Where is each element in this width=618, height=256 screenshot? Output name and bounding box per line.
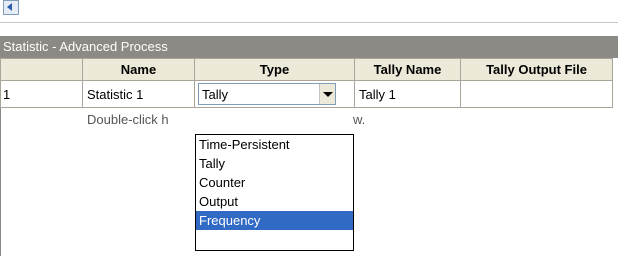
dropdown-option-frequency[interactable]: Frequency [196, 211, 353, 230]
table-row[interactable]: 1 Statistic 1 Tally Tally 1 [0, 80, 613, 108]
name-cell[interactable]: Statistic 1 [82, 80, 195, 108]
top-toolbar-strip [0, 0, 618, 23]
grid-header-row: Name Type Tally Name Tally Output File [0, 58, 613, 81]
dropdown-button[interactable] [319, 84, 335, 104]
scroll-left-button[interactable] [3, 0, 19, 15]
type-dropdown-list[interactable]: Time-Persistent Tally Counter Output Fre… [195, 134, 354, 251]
dropdown-option-tally[interactable]: Tally [196, 154, 353, 173]
panel-title: Statistic - Advanced Process [0, 36, 618, 58]
header-tally-output-file[interactable]: Tally Output File [460, 58, 613, 81]
tally-output-file-cell[interactable] [460, 80, 613, 108]
dropdown-option-counter[interactable]: Counter [196, 173, 353, 192]
add-row-hint[interactable]: Double-click h [87, 112, 195, 127]
row-index-cell[interactable]: 1 [0, 80, 83, 108]
statistic-grid: Name Type Tally Name Tally Output File 1… [0, 58, 613, 108]
type-combobox-value: Tally [202, 87, 229, 102]
dropdown-option-time-persistent[interactable]: Time-Persistent [196, 135, 353, 154]
header-index [0, 58, 83, 81]
header-type[interactable]: Type [194, 58, 355, 81]
chevron-down-icon [323, 92, 333, 97]
header-name[interactable]: Name [82, 58, 195, 81]
type-cell[interactable]: Tally [194, 80, 355, 108]
header-tally-name[interactable]: Tally Name [354, 58, 461, 81]
tally-name-cell[interactable]: Tally 1 [354, 80, 461, 108]
arrow-left-icon [7, 3, 12, 11]
dropdown-option-output[interactable]: Output [196, 192, 353, 211]
type-combobox[interactable]: Tally [198, 83, 336, 105]
add-row-hint-tail[interactable]: w. [353, 112, 365, 127]
